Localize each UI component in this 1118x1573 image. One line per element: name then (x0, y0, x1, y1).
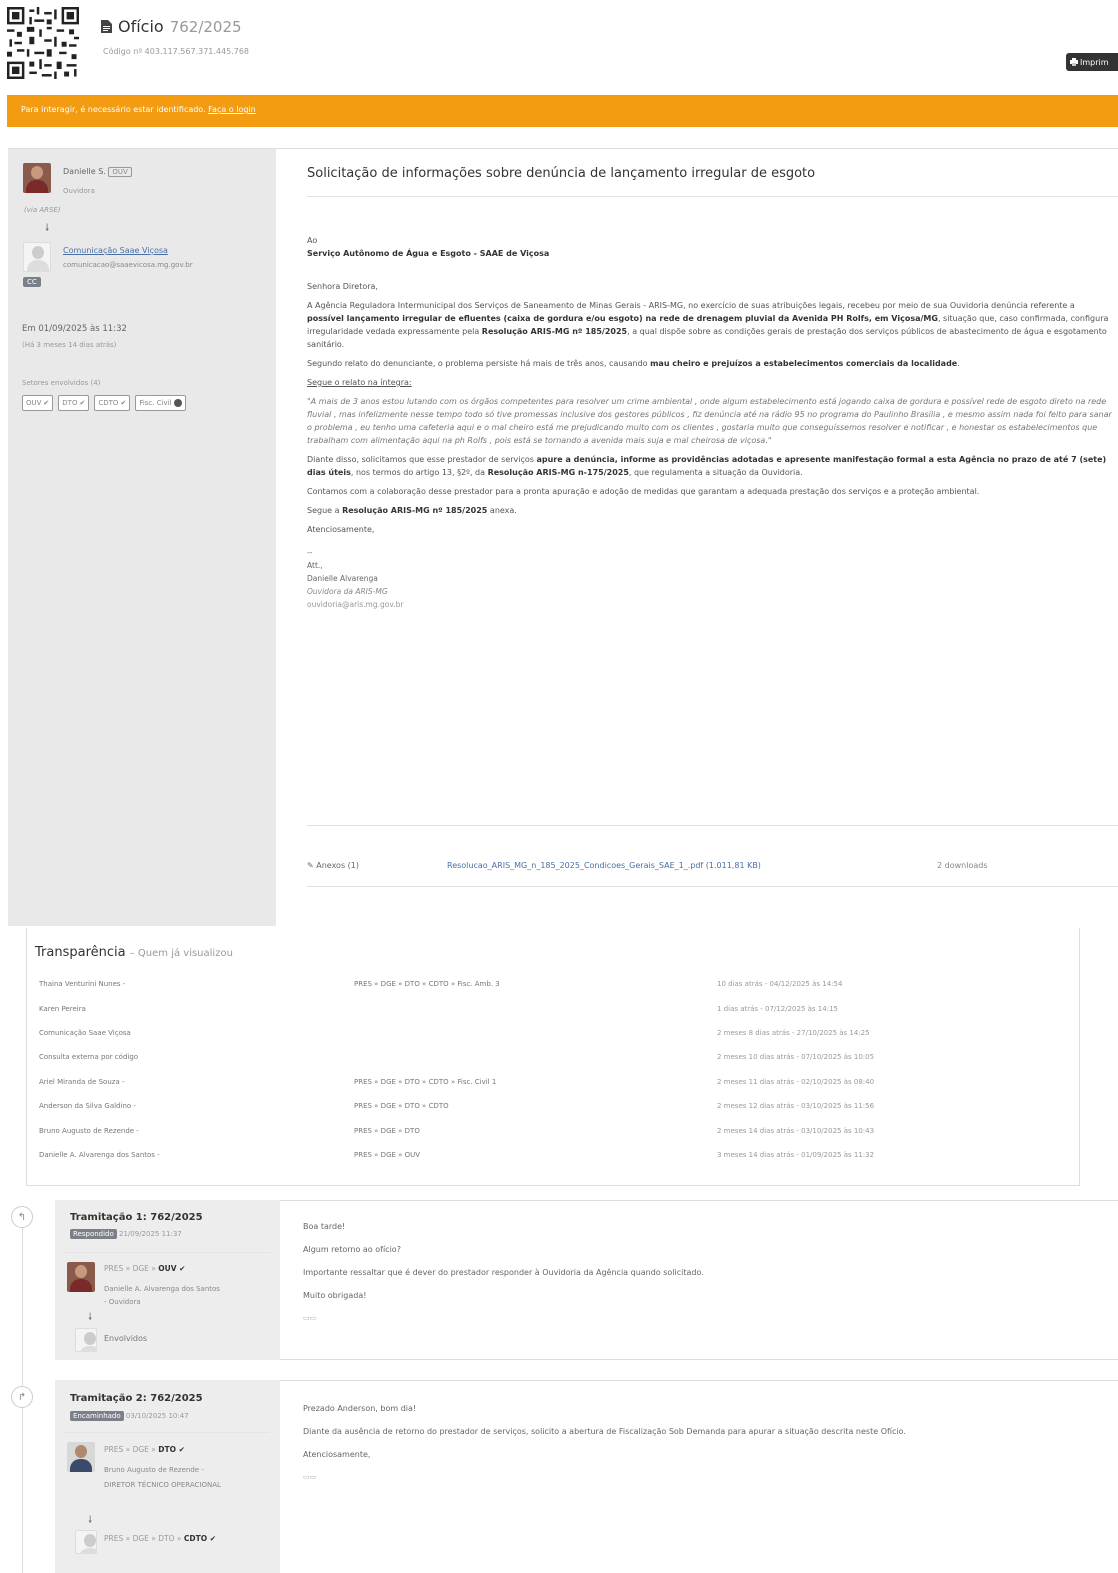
sender-tag: OUV (108, 167, 132, 177)
tramitacao-1-meta: Tramitação 1: 762/2025 Respondido 21/09/… (55, 1200, 280, 1360)
print-label: Imprim (1080, 57, 1109, 67)
sender-via: (via ARSE) (24, 206, 61, 214)
tramitacao-2-target: PRES » DGE » DTO » CDTO ✔ (104, 1534, 217, 1543)
file-icon (101, 20, 112, 33)
sent-ago: (Há 3 meses 14 dias atrás) (22, 341, 117, 349)
attachment-file-link[interactable]: Resolucao_ARIS_MG_n_185_2025_Condicoes_G… (447, 861, 937, 870)
arrow-down-icon: 🠗 (88, 1515, 93, 1526)
reply-icon: ↰ (11, 1206, 33, 1228)
check-icon: ✔ (43, 399, 50, 407)
sectors-label: Setores envolvidos (4) (22, 379, 101, 387)
qr-code (7, 7, 79, 79)
tramitacao-1-target: Envolvidos (104, 1334, 148, 1343)
paragraph-5: Contamos com a colaboração desse prestad… (307, 487, 980, 496)
sent-date: Em 01/09/2025 às 11:32 (22, 324, 127, 334)
login-banner-text: Para interagir, é necessário estar ident… (21, 105, 206, 114)
arrow-down-icon: 🠗 (45, 223, 50, 234)
viewer-row: Thaina Venturini Nunes - PRES » DGE » DTO… (39, 980, 843, 988)
sector-tag-fisc: Fisc. Civil (135, 395, 186, 411)
document-title: Ofício 762/2025 (101, 17, 242, 36)
sender-avatar (23, 163, 51, 193)
sender-name: Danielle S. (63, 167, 106, 176)
tramitacao-2-path: PRES » DGE » DTO ✔ (104, 1445, 185, 1454)
to-entity: Serviço Autônomo de Água e Esgoto - SAAE… (307, 249, 550, 258)
sector-tag-dto: DTO ✔ (58, 395, 90, 411)
quote: "A mais de 3 anos estou lutando com os ó… (307, 397, 1112, 445)
target-avatar (75, 1530, 97, 1554)
attachments-label: ✎ Anexos (1) (307, 861, 359, 870)
login-banner: Para interagir, é necessário estar ident… (7, 95, 1118, 127)
tramitacao-2-person: Bruno Augusto de Rezende - DIRETOR TÉCNI… (104, 1466, 221, 1489)
sender-name-row: Danielle S. OUV (63, 167, 132, 177)
message-subject: Solicitação de informações sobre denúnci… (307, 166, 816, 181)
transparency-panel: Transparência – Quem já visualizou Thain… (26, 928, 1080, 1186)
status-badge: Encaminhado (70, 1411, 124, 1421)
transparency-title: Transparência – Quem já visualizou (35, 945, 233, 960)
ellipsis-icon[interactable]: ▭▭ (303, 1307, 704, 1330)
tramitacao-2-title: Tramitação 2: 762/2025 (70, 1393, 203, 1404)
message-panel: Solicitação de informações sobre denúnci… (276, 148, 1118, 926)
recipient-name[interactable]: Comunicação Saae Viçosa (63, 246, 168, 255)
paragraph-1: A Agência Reguladora Intermunicipal dos … (307, 301, 1109, 349)
signature-name: Danielle Alvarenga (307, 574, 378, 583)
login-link[interactable]: Faça o login (208, 105, 256, 114)
signature: -- Att., Danielle Alvarenga Ouvidora da … (307, 546, 1112, 611)
viewer-row: Bruno Augusto de Rezende - PRES » DGE » D… (39, 1127, 875, 1135)
viewer-row: Anderson da Silva Galdino - PRES » DGE » … (39, 1102, 875, 1110)
signature-role: Ouvidora da ARIS-MG (307, 587, 388, 596)
salutation: Senhora Diretora, (307, 282, 378, 291)
tramitacao-1-date: 21/09/2025 11:37 (119, 1230, 182, 1238)
status-badge: Respondido (70, 1229, 117, 1239)
cc-badge: CC (23, 277, 41, 287)
print-button[interactable]: Imprim (1066, 53, 1118, 71)
document-type: Ofício (118, 17, 164, 36)
tramitacao-1-person: Danielle A. Alvarenga dos Santos - Ouvid… (104, 1285, 220, 1306)
paragraph-2: Segundo relato do denunciante, o problem… (307, 359, 960, 368)
tramitacao-2-meta: Tramitação 2: 762/2025 Encaminhado 03/10… (55, 1380, 280, 1573)
to-label: Ao (307, 236, 318, 245)
viewer-row: Consulta externa por código 2 meses 10 di… (39, 1053, 875, 1061)
tramitacao-1-message: Boa tarde! Algum retorno ao ofício? Impo… (280, 1200, 1118, 1360)
tramitacao-1-path: PRES » DGE » OUV ✔ (104, 1264, 186, 1273)
viewer-row: Comunicação Saae Viçosa 2 meses 8 dias at… (39, 1029, 870, 1037)
tramitacao-2-avatar (67, 1442, 95, 1472)
tramitacao-2-status-row: Encaminhado 03/10/2025 10:47 (70, 1411, 189, 1421)
viewer-row: Danielle A. Alvarenga dos Santos - PRES »… (39, 1151, 875, 1159)
divider (307, 825, 1118, 826)
printer-icon (1070, 58, 1078, 66)
sector-tag-ouv: OUV ✔ (22, 395, 54, 411)
paragraph-3: Segue o relato na íntegra: (307, 378, 412, 387)
tramitacao-1-title: Tramitação 1: 762/2025 (70, 1212, 203, 1223)
closing: Atenciosamente, (307, 525, 375, 534)
tramitacao-2-message: Prezado Anderson, bom dia! Diante da aus… (280, 1380, 1118, 1573)
sectors-tags: OUV ✔ DTO ✔ CDTO ✔ Fisc. Civil (22, 395, 186, 411)
signature-email: ouvidoria@aris.mg.gov.br (307, 600, 404, 609)
paragraph-6: Segue a Resolução ARIS-MG nº 185/2025 an… (307, 506, 517, 515)
forward-icon: ↱ (11, 1386, 33, 1408)
ellipsis-icon[interactable]: ▭▭ (303, 1466, 906, 1489)
envolvidos-avatar (75, 1328, 97, 1352)
attachment-downloads: 2 downloads (937, 861, 988, 870)
sender-role: Ouvidora (63, 187, 95, 195)
message-body: Ao Serviço Autônomo de Água e Esgoto - S… (307, 234, 1112, 611)
divider (307, 196, 1118, 197)
tramitacao-2-date: 03/10/2025 10:47 (125, 1412, 189, 1420)
document-number: 762/2025 (169, 17, 242, 36)
paragraph-4: Diante disso, solicitamos que esse prest… (307, 455, 1107, 477)
check-icon: ✔ (79, 399, 86, 407)
recipient-avatar (23, 242, 51, 272)
viewer-row: Ariel Miranda de Souza - PRES » DGE » DTO… (39, 1078, 875, 1086)
viewer-row: Karen Pereira 1 dias atrás - 07/12/2025 à… (39, 1005, 838, 1013)
tramitacao-1-avatar (67, 1262, 95, 1292)
arrow-down-icon: 🠗 (88, 1312, 93, 1323)
document-code: Código nº 403.117.567.371.445.768 (103, 47, 250, 56)
sector-tag-cdto: CDTO ✔ (94, 395, 131, 411)
divider (307, 886, 1118, 887)
attachments-row: ✎ Anexos (1) Resolucao_ARIS_MG_n_185_202… (307, 861, 1118, 870)
clock-icon (173, 399, 182, 407)
tramitacao-1-status-row: Respondido 21/09/2025 11:37 (70, 1229, 182, 1239)
sidebar: Danielle S. OUV Ouvidora (via ARSE) 🠗 Co… (8, 148, 276, 926)
recipient-email: comunicacao@saaevicosa.mg.gov.br (63, 261, 193, 269)
check-icon: ✔ (120, 399, 127, 407)
